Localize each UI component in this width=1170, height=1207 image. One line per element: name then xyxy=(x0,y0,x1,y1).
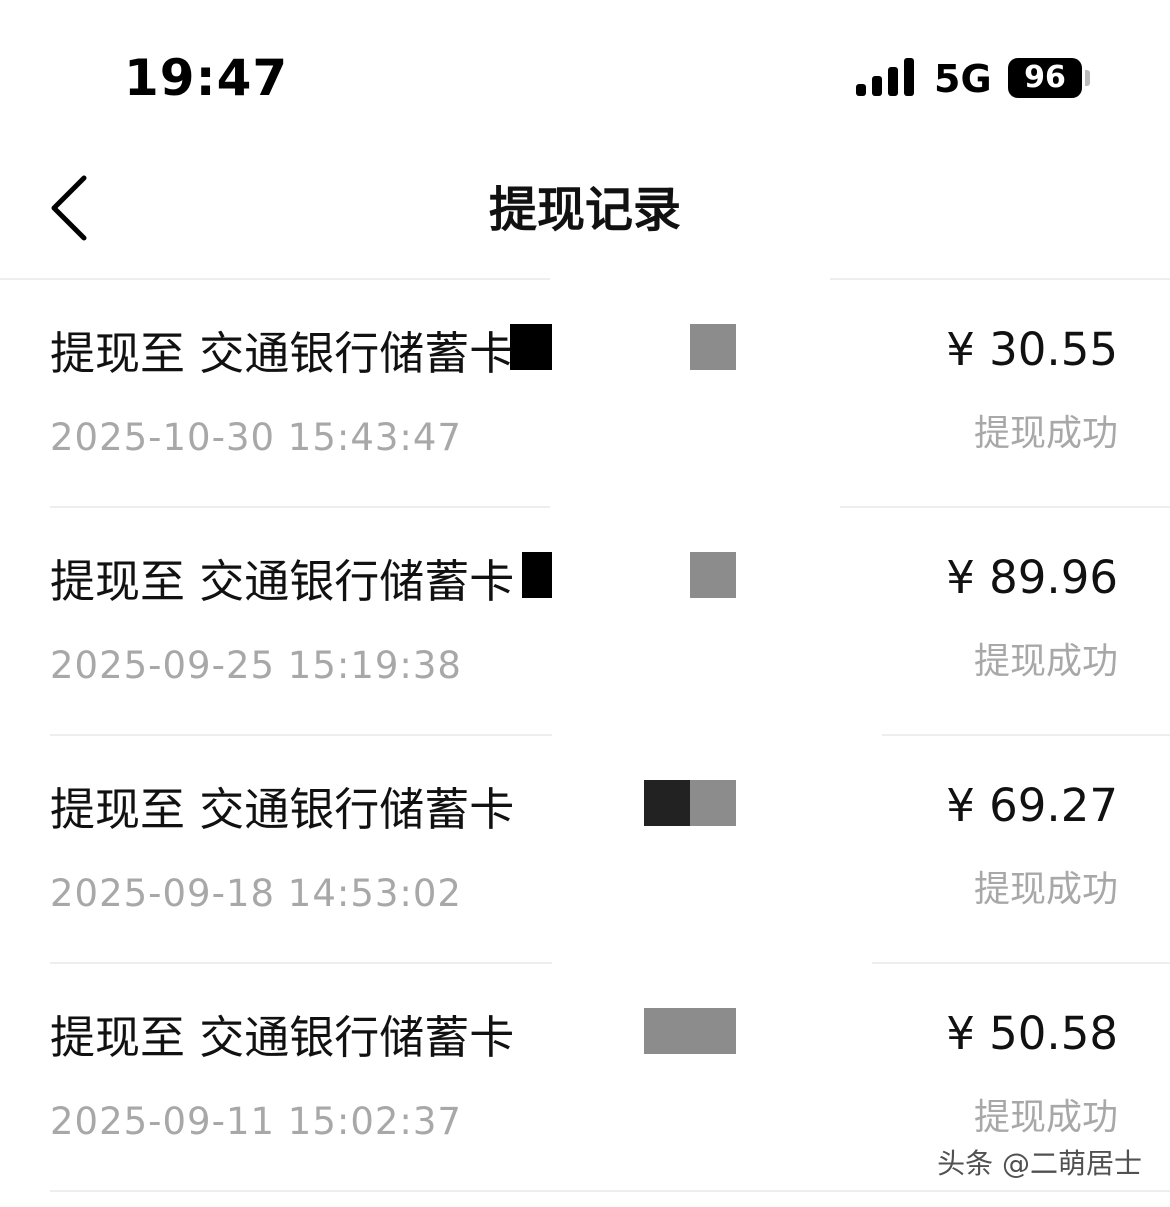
redaction-mask xyxy=(550,276,830,506)
navigation-bar: 提现记录 xyxy=(0,140,1170,280)
record-title: 提现至 交通银行储蓄卡 xyxy=(50,555,515,608)
status-badge: 提现成功 xyxy=(973,413,1118,454)
withdrawal-record-list: 提现至 交通银行储蓄卡 2025-10-30 15:43:47 ¥ 30.55 … xyxy=(0,276,1170,1192)
record-date: 2025-09-18 14:53:02 xyxy=(50,872,462,915)
list-item[interactable]: 提现至 交通银行储蓄卡 2025-09-25 15:19:38 ¥ 89.96 … xyxy=(50,504,1170,736)
redaction-mask xyxy=(552,960,872,1190)
status-badge: 提现成功 xyxy=(973,869,1118,910)
network-type-label: 5G xyxy=(934,57,992,101)
status-time: 19:47 xyxy=(124,49,289,107)
redaction-mask xyxy=(690,324,736,370)
redaction-mask xyxy=(644,780,690,826)
battery-indicator: 96 xyxy=(1008,58,1082,98)
redaction-mask xyxy=(690,1008,736,1054)
record-amount: ¥ 50.58 xyxy=(946,1007,1118,1060)
watermark: 头条 @二萌居士 xyxy=(937,1147,1142,1180)
cellular-signal-icon xyxy=(856,58,914,96)
list-item[interactable]: 提现至 交通银行储蓄卡 2025-09-18 14:53:02 ¥ 69.27 … xyxy=(50,732,1170,964)
record-amount: ¥ 69.27 xyxy=(946,779,1118,832)
status-badge: 提现成功 xyxy=(973,1097,1118,1138)
record-date: 2025-10-30 15:43:47 xyxy=(50,416,462,459)
redaction-mask xyxy=(690,552,736,598)
page-title: 提现记录 xyxy=(488,182,681,238)
battery-tip-icon xyxy=(1085,70,1090,86)
status-bar: 19:47 5G 96 xyxy=(0,0,1170,130)
record-title: 提现至 交通银行储蓄卡 xyxy=(50,327,515,380)
redaction-mask xyxy=(522,552,552,598)
list-item[interactable]: 提现至 交通银行储蓄卡 2025-10-30 15:43:47 ¥ 30.55 … xyxy=(50,276,1170,508)
status-badge: 提现成功 xyxy=(973,641,1118,682)
record-title: 提现至 交通银行储蓄卡 xyxy=(50,783,515,836)
record-amount: ¥ 89.96 xyxy=(946,551,1118,604)
record-amount: ¥ 30.55 xyxy=(946,323,1118,376)
redaction-mask xyxy=(644,1008,690,1054)
record-title: 提现至 交通银行储蓄卡 xyxy=(50,1011,515,1064)
record-date: 2025-09-11 15:02:37 xyxy=(50,1100,462,1143)
redaction-mask xyxy=(550,504,840,734)
record-date: 2025-09-25 15:19:38 xyxy=(50,644,462,687)
redaction-mask xyxy=(690,780,736,826)
redaction-mask xyxy=(510,324,552,370)
redaction-mask xyxy=(552,732,882,962)
